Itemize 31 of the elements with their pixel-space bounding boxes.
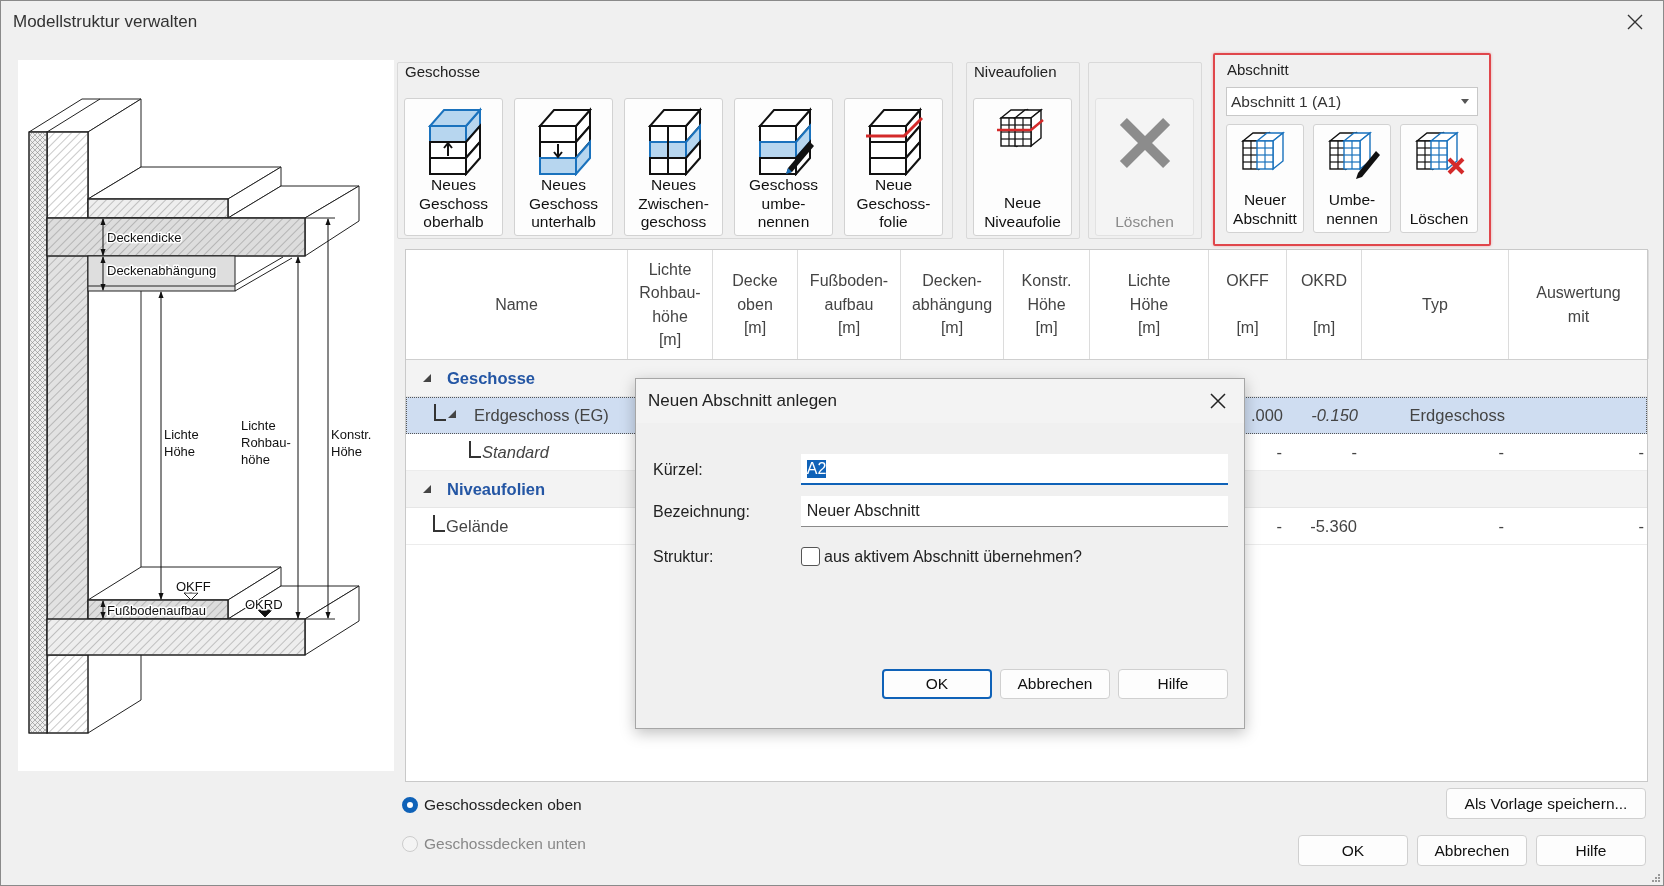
table-cell: - <box>1276 442 1282 462</box>
checkbox-label: aus aktivem Abschnitt übernehmen? <box>824 547 1082 566</box>
table-cell: -0.150 <box>1311 406 1358 425</box>
radio-label: Geschossdecken oben <box>424 796 582 814</box>
radio-label: Geschossdecken unten <box>424 835 586 853</box>
dimension-label: OKFF <box>176 579 211 594</box>
tree-item-label: Gelände <box>446 516 509 536</box>
dimension-label: Lichte Rohbau- höhe <box>241 418 291 467</box>
dimension-label: Deckendicke <box>107 230 182 245</box>
table-cell: - <box>1498 516 1504 536</box>
group-title: Abschnitt <box>1226 61 1290 79</box>
table-cell: - <box>1638 442 1644 462</box>
dimension-label: Fußbodenaufbau <box>107 603 207 618</box>
table-cell: - <box>1498 442 1504 462</box>
window-title: Modellstruktur verwalten <box>13 11 198 32</box>
table-cell: - <box>1276 516 1282 536</box>
table-cell: Erdgeschoss <box>1409 406 1505 425</box>
tree-item-label: Standard <box>482 442 549 462</box>
dimension-label: Lichte Höhe <box>164 427 199 459</box>
tree-item-label: Erdgeschoss (EG) <box>474 406 609 425</box>
field-label: Struktur: <box>653 547 715 566</box>
group-title: Niveaufolien <box>973 63 1058 81</box>
dimension-label: Deckenabhängung <box>107 263 217 278</box>
table-cell: .000 <box>1250 406 1283 425</box>
group-label: Geschosse <box>447 368 536 388</box>
dimension-label: Konstr. Höhe <box>331 427 372 459</box>
table-cell: - <box>1638 516 1644 536</box>
table-cell: - <box>1351 442 1357 462</box>
group-title: Geschosse <box>404 63 482 81</box>
table-cell: -5.360 <box>1310 516 1357 536</box>
group-label: Niveaufolien <box>447 479 546 499</box>
